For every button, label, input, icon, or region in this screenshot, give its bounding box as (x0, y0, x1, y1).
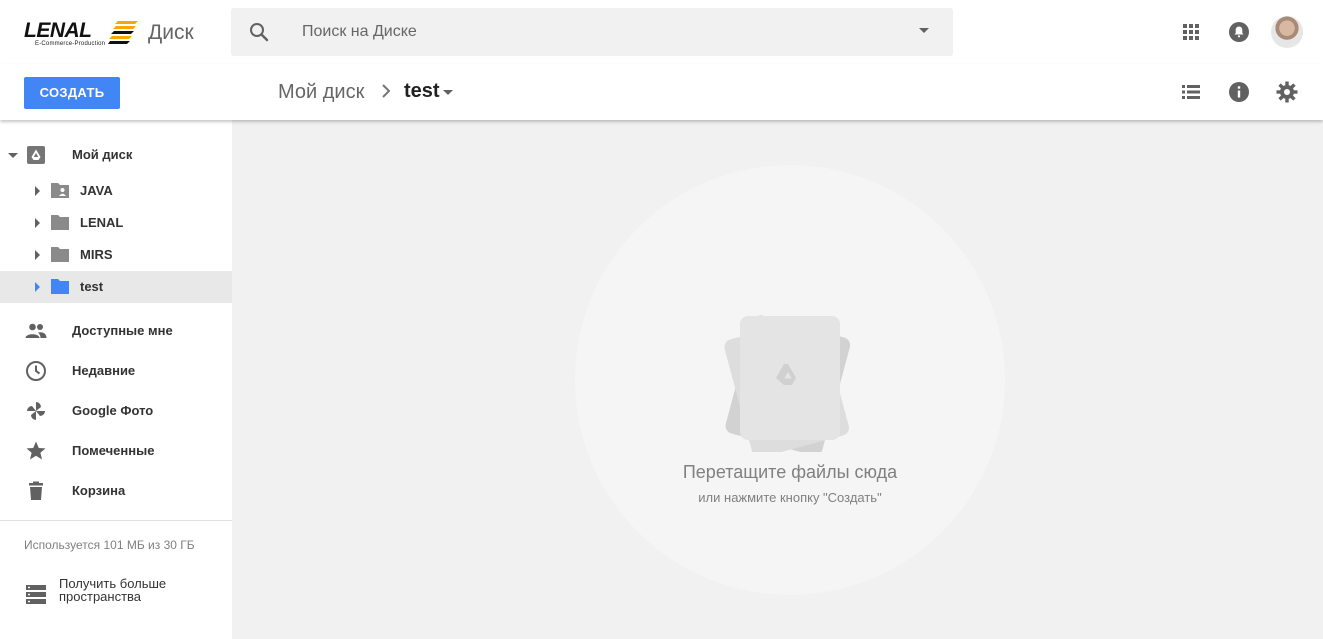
sidebar-item-trash[interactable]: Корзина (0, 471, 232, 511)
expand-arrow-icon[interactable] (35, 218, 40, 228)
storage-usage-text: Используется 101 МБ из 30 ГБ (24, 538, 195, 552)
logo-text: LENAL (24, 19, 92, 42)
sidebar-item-my-drive[interactable]: Мой диск (0, 139, 232, 171)
logo-stripes-icon (108, 21, 138, 44)
folder-icon (51, 215, 69, 230)
breadcrumb-root[interactable]: Мой диск (278, 81, 364, 104)
top-header: LENAL E-Commerce-Production Диск (0, 0, 1323, 64)
search-icon[interactable] (247, 20, 271, 44)
expand-arrow-icon[interactable] (35, 250, 40, 260)
folder-icon (51, 247, 69, 262)
sidebar-item-google-photos[interactable]: Google Фото (0, 391, 232, 431)
storage-icon (26, 585, 46, 604)
settings-gear-icon[interactable] (1275, 80, 1299, 104)
nav-label: Корзина (72, 483, 126, 498)
sidebar-item-label: Мой диск (72, 147, 133, 162)
folder-label: JAVA (80, 183, 113, 198)
pinwheel-icon (27, 402, 45, 420)
toolbar: СОЗДАТЬ Мой диск test (0, 64, 1323, 120)
collapse-arrow-icon[interactable] (8, 153, 18, 158)
sidebar-folder-mirs[interactable]: MIRS (0, 239, 232, 271)
sidebar-folder-java[interactable]: JAVA (0, 175, 232, 207)
shared-folder-icon (51, 183, 69, 198)
app-logo[interactable]: LENAL E-Commerce-Production Диск (24, 16, 204, 48)
expand-arrow-icon[interactable] (35, 282, 40, 292)
empty-state-title: Перетащите файлы сюда (682, 462, 898, 482)
sidebar-item-starred[interactable]: Помеченные (0, 431, 232, 471)
get-more-storage-link[interactable]: Получить больше пространства (24, 576, 224, 612)
nav-label: Доступные мне (72, 323, 173, 338)
more-space-label: Получить больше пространства (59, 576, 167, 604)
empty-state-subtitle: или нажмите кнопку "Создать" (698, 490, 882, 505)
star-icon (26, 441, 46, 460)
sidebar: Мой диск JAVA LENAL MIRS test Доступные … (0, 120, 232, 639)
folder-icon (51, 279, 69, 294)
nav-label: Google Фото (72, 403, 154, 418)
sidebar-folder-lenal[interactable]: LENAL (0, 207, 232, 239)
sidebar-divider (0, 520, 232, 521)
chevron-right-icon (382, 84, 391, 98)
empty-folder-illustration-icon (724, 315, 851, 452)
logo-tagline: E-Commerce-Production (35, 41, 106, 47)
folder-label: MIRS (80, 247, 113, 262)
folder-menu-dropdown-icon[interactable] (443, 90, 453, 95)
nav-label: Помеченные (72, 443, 155, 458)
clock-icon (26, 361, 46, 381)
sidebar-item-recent[interactable]: Недавние (0, 351, 232, 391)
notifications-bell-icon[interactable] (1227, 20, 1251, 44)
folder-label: LENAL (80, 215, 124, 230)
search-options-dropdown-icon[interactable] (919, 28, 929, 33)
search-bar[interactable] (231, 8, 953, 56)
main-content-drop-zone[interactable]: Перетащите файлы сюда или нажмите кнопку… (232, 120, 1323, 639)
info-icon[interactable] (1227, 80, 1251, 104)
apps-grid-icon[interactable] (1179, 20, 1203, 44)
sidebar-item-shared-with-me[interactable]: Доступные мне (0, 311, 232, 351)
trash-icon (29, 481, 43, 500)
product-name: Диск (148, 21, 194, 44)
breadcrumb-current[interactable]: test (404, 80, 440, 103)
sidebar-folder-test[interactable]: test (0, 271, 232, 303)
account-avatar[interactable] (1271, 16, 1303, 48)
search-input[interactable] (302, 19, 862, 45)
expand-arrow-icon[interactable] (35, 186, 40, 196)
folder-label: test (80, 279, 104, 294)
list-view-icon[interactable] (1179, 80, 1203, 104)
my-drive-icon (27, 146, 45, 164)
create-button[interactable]: СОЗДАТЬ (24, 77, 120, 109)
people-icon (25, 323, 47, 338)
nav-label: Недавние (72, 363, 136, 378)
